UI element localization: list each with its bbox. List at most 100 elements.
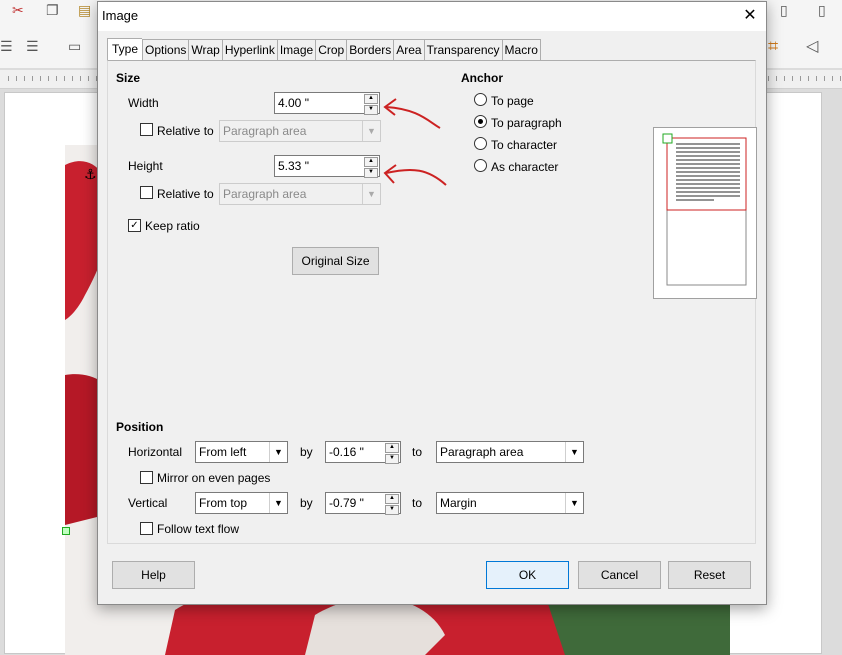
chevron-down-icon: ▼ [269, 442, 287, 462]
selection-handle[interactable] [62, 527, 70, 535]
horizontal-to-value: Paragraph area [440, 445, 524, 459]
align-justify-icon[interactable]: ☰ [26, 38, 39, 55]
annotation-arrow-height [383, 164, 447, 186]
paragraph-style-icon[interactable]: ▭ [68, 38, 81, 55]
title-bar: Image ✕ [98, 2, 766, 31]
ruler-tick [832, 76, 833, 81]
width-relative-checkbox[interactable] [140, 123, 153, 136]
horizontal-select[interactable]: From left ▼ [195, 441, 288, 463]
horizontal-by-spinbox[interactable]: -0.16 " ▲ ▼ [325, 441, 401, 464]
spin-up-icon[interactable]: ▲ [364, 94, 378, 104]
horizontal-by-value: -0.16 " [329, 445, 364, 459]
vertical-value: From top [199, 496, 248, 510]
vertical-by-label: by [300, 496, 313, 510]
align-left-icon[interactable]: ☰ [0, 38, 13, 55]
tab-crop[interactable]: Crop [315, 39, 347, 61]
tab-wrap[interactable]: Wrap [188, 39, 222, 61]
ruler-tick [16, 76, 17, 81]
ruler-tick [808, 76, 809, 81]
dialog-title: Image [102, 8, 139, 23]
ruler-tick [64, 76, 65, 81]
spin-down-icon[interactable]: ▼ [385, 505, 399, 515]
paste-icon[interactable]: ▤ [78, 2, 91, 19]
spin-up-icon[interactable]: ▲ [385, 443, 399, 453]
tab-hyperlink[interactable]: Hyperlink [221, 39, 277, 61]
tab-area[interactable]: Area [393, 39, 424, 61]
radio-to-character[interactable] [474, 137, 487, 150]
anchor-heading: Anchor [461, 71, 503, 85]
ruler-tick [776, 76, 777, 81]
vertical-to-value: Margin [440, 496, 477, 510]
original-size-button[interactable]: Original Size [292, 247, 379, 275]
spin-up-icon[interactable]: ▲ [364, 157, 378, 167]
ruler-tick [32, 76, 33, 81]
radio-to-page[interactable] [474, 93, 487, 106]
ruler-tick [24, 76, 25, 81]
type-tab-panel: Size Width 4.00 " ▲ ▼ Relative to Paragra… [107, 60, 757, 544]
width-spinbox[interactable]: 4.00 " ▲ ▼ [274, 92, 380, 115]
vertical-select[interactable]: From top ▼ [195, 492, 288, 514]
tab-macro[interactable]: Macro [501, 39, 541, 61]
close-button[interactable]: ✕ [736, 4, 764, 28]
scissors-icon[interactable]: ✂ [12, 2, 24, 19]
ruler-tick [824, 76, 825, 81]
horizontal-value: From left [199, 445, 247, 459]
width-relative-label: Relative to [157, 124, 214, 138]
horizontal-to-select[interactable]: Paragraph area ▼ [436, 441, 584, 463]
radio-as-character[interactable] [474, 159, 487, 172]
height-value: 5.33 " [278, 159, 309, 173]
ok-button[interactable]: OK [486, 561, 569, 589]
copy-icon[interactable]: ❐ [46, 2, 59, 19]
spin-down-icon[interactable]: ▼ [364, 168, 378, 178]
height-spinbox[interactable]: 5.33 " ▲ ▼ [274, 155, 380, 178]
vertical-to-select[interactable]: Margin ▼ [436, 492, 584, 514]
keep-ratio-checkbox[interactable]: ✓ [128, 219, 141, 232]
ruler-tick [792, 76, 793, 81]
flip-icon[interactable]: ◁ [806, 36, 818, 56]
tab-borders[interactable]: Borders [346, 39, 394, 61]
tab-bar: Type Options Wrap Hyperlink Image Crop B… [107, 38, 541, 61]
width-label: Width [128, 96, 159, 110]
ruler-tick [72, 76, 73, 81]
position-heading: Position [116, 420, 164, 434]
ruler-tick [80, 76, 81, 81]
follow-text-flow-label: Follow text flow [157, 522, 240, 536]
height-relative-select[interactable]: Paragraph area ▼ [219, 183, 381, 205]
vertical-by-spinbox[interactable]: -0.79 " ▲ ▼ [325, 492, 401, 515]
height-relative-value: Paragraph area [223, 187, 307, 201]
crop-icon[interactable]: ⌗ [768, 36, 778, 57]
ruler-tick [48, 76, 49, 81]
chevron-down-icon: ▼ [565, 442, 583, 462]
preview-diagram [662, 133, 747, 286]
document-icon[interactable]: ▯ [780, 2, 788, 19]
annotation-arrow-width [383, 98, 441, 129]
ruler-tick [88, 76, 89, 81]
vertical-by-value: -0.79 " [329, 496, 364, 510]
height-relative-checkbox[interactable] [140, 186, 153, 199]
spin-up-icon[interactable]: ▲ [385, 494, 399, 504]
page-icon[interactable]: ▯ [818, 2, 826, 19]
width-relative-select[interactable]: Paragraph area ▼ [219, 120, 381, 142]
tab-transparency[interactable]: Transparency [423, 39, 502, 61]
ruler-tick [816, 76, 817, 81]
to-paragraph-label: To paragraph [491, 116, 562, 130]
vertical-to-label: to [412, 496, 423, 510]
reset-button[interactable]: Reset [668, 561, 751, 589]
vertical-label: Vertical [128, 496, 168, 510]
chevron-down-icon: ▼ [565, 493, 583, 513]
help-button[interactable]: Help [112, 561, 195, 589]
anchor-icon: ⚓ [84, 166, 97, 182]
radio-to-paragraph[interactable] [474, 115, 487, 128]
ruler-tick [840, 76, 841, 81]
tab-type[interactable]: Type [107, 38, 143, 61]
spin-down-icon[interactable]: ▼ [385, 454, 399, 464]
horizontal-to-label: to [412, 445, 423, 459]
chevron-down-icon: ▼ [269, 493, 287, 513]
follow-text-flow-checkbox[interactable] [140, 522, 153, 535]
cancel-button[interactable]: Cancel [578, 561, 661, 589]
image-dialog: Image ✕ Type Options Wrap Hyperlink Imag… [97, 1, 767, 605]
spin-down-icon[interactable]: ▼ [364, 105, 378, 115]
tab-image[interactable]: Image [276, 39, 316, 61]
mirror-checkbox[interactable] [140, 471, 153, 484]
tab-options[interactable]: Options [142, 39, 189, 61]
